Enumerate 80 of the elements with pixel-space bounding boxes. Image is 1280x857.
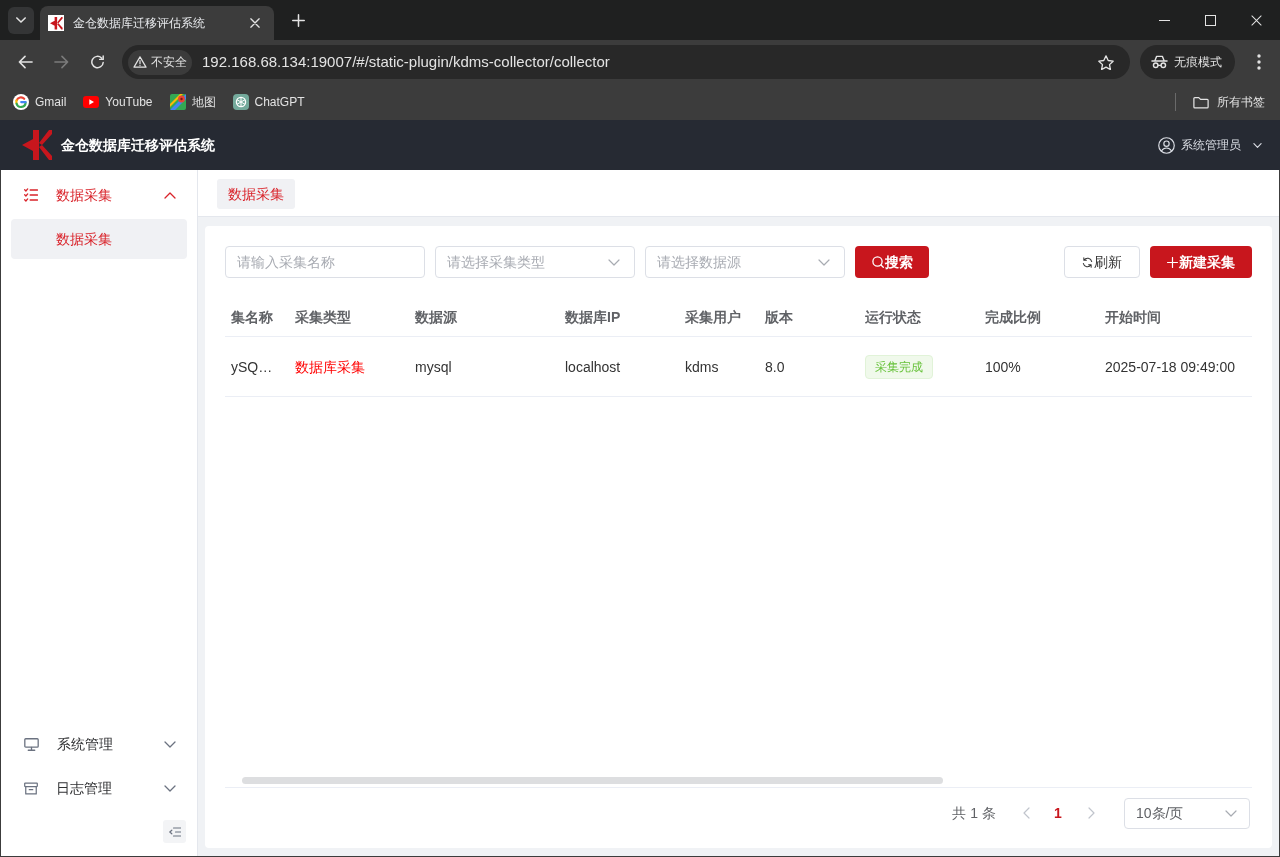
wheel-icon	[232, 94, 249, 110]
url-text: 192.168.68.134:19007/#/static-plugin/kdms-collector/collector	[202, 51, 610, 72]
column-header: 采集用户	[685, 308, 741, 325]
security-chip[interactable]: 不安全	[128, 49, 192, 75]
chevron-down-icon	[608, 258, 620, 266]
tab-search-button[interactable]	[8, 6, 34, 34]
incognito-icon	[1151, 55, 1168, 69]
browser-tab[interactable]: 金仓数据库迁移评估系统	[40, 6, 274, 40]
sidebar-item[interactable]: 系统管理	[1, 724, 197, 764]
sidebar-item[interactable]: 数据采集	[1, 175, 197, 215]
sidebar-subitem[interactable]: 数据采集	[11, 219, 187, 259]
total-count: 共 1 条	[952, 803, 996, 823]
bookmark-item[interactable]: ChatGPT	[226, 88, 311, 116]
sidebar-item[interactable]: 日志管理	[1, 768, 197, 808]
chevron-left-icon	[1022, 807, 1030, 819]
column-header: 版本	[765, 308, 793, 325]
more-vertical-icon	[1257, 54, 1261, 70]
map-icon	[169, 94, 186, 110]
bookmark-item[interactable]: YouTube	[77, 88, 159, 116]
back-arrow-icon	[17, 55, 33, 69]
archive-box-icon	[24, 781, 38, 795]
page-number[interactable]: 1	[1046, 801, 1070, 825]
create-button[interactable]: 新建采集	[1150, 246, 1252, 278]
collapse-icon	[168, 826, 181, 837]
horizontal-scrollbar[interactable]	[242, 777, 943, 784]
folder-icon	[1193, 95, 1209, 109]
star-icon	[1098, 54, 1114, 70]
table-cell: 数据库采集	[295, 358, 365, 375]
table-cell: 2025-07-18 09:49:00	[1105, 358, 1235, 375]
close-icon	[250, 18, 260, 28]
table-cell: kdms	[685, 358, 719, 375]
g-logo-icon	[13, 94, 29, 110]
search-button[interactable]: 搜索	[855, 246, 929, 278]
reload-icon	[89, 55, 105, 69]
table-cell: ySQ…	[231, 358, 273, 375]
chevron-right-icon	[1087, 807, 1095, 819]
bookmark-item[interactable]: Gmail	[7, 88, 73, 116]
user-icon	[1158, 136, 1175, 154]
column-header: 采集类型	[295, 308, 351, 325]
all-bookmarks-button[interactable]: 所有书签	[1187, 88, 1271, 116]
address-bar[interactable]: 不安全 192.168.68.134:19007/#/static-plugin/kdms-collector/collector	[122, 45, 1130, 79]
column-header: 开始时间	[1105, 308, 1161, 325]
column-header: 完成比例	[985, 308, 1041, 325]
close-icon	[1251, 14, 1262, 26]
k-logo-icon	[48, 15, 64, 31]
maximize-icon	[1204, 14, 1216, 26]
search-icon	[871, 256, 884, 268]
plus-icon	[1167, 256, 1178, 268]
bookmark-button[interactable]	[1098, 54, 1114, 70]
table-cell: localhost	[565, 358, 621, 375]
column-header: 集名称	[231, 308, 273, 325]
table-cell: mysql	[415, 358, 452, 375]
minimize-icon	[1158, 19, 1170, 21]
table-cell: 8.0	[765, 358, 785, 375]
page-tab[interactable]: 数据采集	[217, 179, 295, 209]
status-tag: 采集完成	[865, 355, 933, 379]
refresh-button[interactable]: 刷新	[1064, 246, 1140, 278]
column-header: 运行状态	[865, 308, 921, 325]
column-header: 数据源	[415, 308, 457, 325]
warning-icon	[133, 56, 147, 68]
bookmark-item[interactable]: 地图	[163, 88, 222, 116]
user-menu-button[interactable]: 系统管理员	[1158, 136, 1262, 154]
list-check-icon	[24, 188, 38, 202]
chevron-down-icon	[16, 17, 26, 23]
forward-arrow-icon	[53, 55, 69, 69]
monitor-icon	[24, 737, 39, 751]
chevron-down-icon	[818, 258, 830, 266]
video-play-icon	[83, 96, 100, 108]
plus-icon	[291, 13, 305, 27]
k-logo-icon	[22, 129, 52, 161]
page-size-select[interactable]: 10条/页	[1124, 797, 1250, 829]
column-header: 数据库IP	[565, 308, 621, 325]
incognito-button[interactable]: 无痕模式	[1140, 45, 1235, 79]
refresh-icon	[1082, 256, 1093, 268]
close-tab-button[interactable]	[247, 15, 263, 31]
chevron-down-icon	[1225, 809, 1237, 817]
name-input-field[interactable]: 请输入采集名称	[225, 246, 425, 278]
chevron-down-icon	[1253, 142, 1262, 148]
app-title: 金仓数据库迁移评估系统	[61, 135, 215, 155]
table-cell: 100%	[985, 358, 1021, 375]
